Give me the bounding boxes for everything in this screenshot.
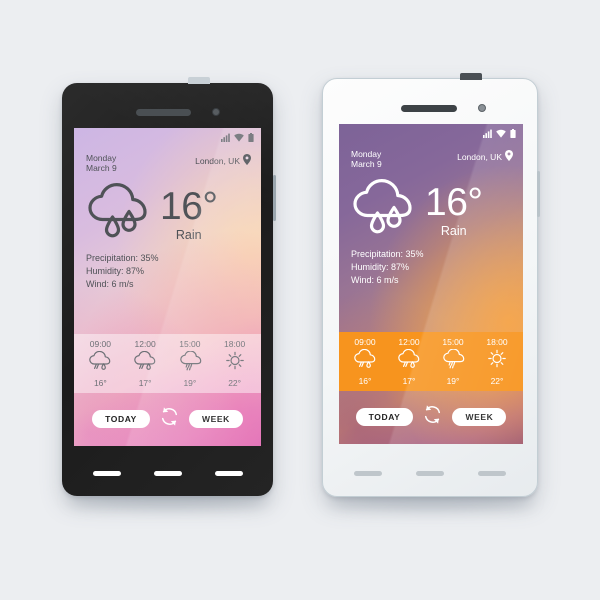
detail-humidity: Humidity: 87% — [351, 261, 410, 272]
hour-item[interactable]: 12:00 17° — [123, 339, 168, 388]
location-block[interactable]: London, UK — [457, 149, 513, 163]
location-label: London, UK — [457, 151, 502, 162]
front-camera-icon — [212, 108, 220, 116]
date-day: Monday — [351, 149, 382, 159]
cloud-rain-icon — [88, 350, 112, 376]
nav-key-home[interactable] — [153, 471, 182, 476]
hour-temp: 17° — [402, 376, 416, 386]
sun-icon — [485, 349, 509, 374]
detail-precipitation: Precipitation: 35% — [86, 253, 159, 264]
date-block: Monday March 9 — [86, 153, 117, 173]
cloud-rain-icon — [353, 348, 377, 374]
status-bar — [339, 124, 523, 140]
cloud-rain-icon — [133, 350, 157, 376]
week-button[interactable]: WEEK — [452, 407, 507, 427]
hardware-nav-keys — [323, 471, 537, 476]
nav-key-menu[interactable] — [478, 471, 506, 476]
hour-item[interactable]: 12:00 17° — [387, 337, 431, 386]
today-button[interactable]: TODAY — [92, 409, 150, 429]
scene: Monday March 9 London, UK 16° Rain Preci… — [0, 0, 600, 600]
hour-time: 15:00 — [179, 339, 201, 349]
detail-wind: Wind: 6 m/s — [351, 274, 399, 285]
hourly-forecast: 09:00 16° 12:00 17° 15:00 19° 18:00 22° — [339, 332, 523, 391]
current-temperature: 16° — [425, 181, 483, 225]
nav-key-back[interactable] — [92, 471, 121, 476]
date-date: March 9 — [86, 163, 117, 174]
temperature-block: 16° Rain — [160, 185, 218, 243]
weather-details: Precipitation: 35% Humidity: 87% Wind: 6… — [74, 245, 261, 290]
location-label: London, UK — [195, 155, 240, 166]
phone-light-side-button[interactable] — [537, 171, 540, 217]
nav-key-home[interactable] — [416, 471, 444, 476]
phone-dark-side-button[interactable] — [273, 175, 276, 221]
map-pin-icon — [505, 150, 513, 163]
hour-temp: 16° — [93, 378, 107, 388]
hour-temp: 19° — [446, 376, 460, 386]
week-button[interactable]: WEEK — [188, 409, 243, 429]
front-camera-icon — [478, 104, 486, 112]
hour-time: 18:00 — [486, 337, 508, 347]
cloud-drizzle-icon — [441, 348, 465, 374]
weather-app-dark: Monday March 9 London, UK 16° Rain Preci… — [74, 128, 261, 446]
date-day: Monday — [86, 153, 117, 163]
hour-temp: 22° — [228, 378, 242, 388]
location-block[interactable]: London, UK — [195, 153, 251, 167]
hour-item[interactable]: 09:00 16° — [78, 339, 123, 388]
header-row: Monday March 9 London, UK — [74, 144, 261, 173]
phone-dark: Monday March 9 London, UK 16° Rain Preci… — [62, 77, 276, 496]
current-temperature: 16° — [160, 185, 218, 229]
current-condition: Rain — [175, 228, 202, 243]
detail-wind: Wind: 6 m/s — [86, 278, 134, 289]
hour-temp: 22° — [490, 376, 504, 386]
action-bar: TODAY WEEK — [339, 391, 523, 444]
detail-precipitation: Precipitation: 35% — [351, 249, 424, 260]
hour-item[interactable]: 18:00 22° — [475, 337, 519, 386]
hour-item[interactable]: 09:00 16° — [343, 337, 387, 386]
phone-dark-top-nub — [188, 77, 210, 84]
weather-details: Precipitation: 35% Humidity: 87% Wind: 6… — [339, 241, 523, 286]
refresh-icon[interactable] — [422, 404, 443, 430]
phone-light-top-nub — [460, 73, 482, 80]
weather-app-light: Monday March 9 London, UK 16° Rain Preci… — [339, 124, 523, 444]
detail-humidity: Humidity: 87% — [86, 265, 145, 276]
hour-time: 18:00 — [223, 339, 246, 349]
current-conditions: 16° Rain — [339, 169, 523, 241]
refresh-icon[interactable] — [159, 406, 180, 432]
hour-item[interactable]: 15:00 19° — [168, 339, 213, 388]
temperature-block: 16° Rain — [425, 181, 483, 239]
hour-time: 09:00 — [89, 339, 112, 349]
cloud-drizzle-icon — [178, 350, 202, 376]
hour-item[interactable]: 18:00 22° — [212, 339, 257, 388]
header-row: Monday March 9 London, UK — [339, 140, 523, 169]
phone-light-screen: Monday March 9 London, UK 16° Rain Preci… — [339, 124, 523, 444]
hour-temp: 17° — [138, 378, 152, 388]
current-conditions: 16° Rain — [74, 173, 261, 245]
nav-key-menu[interactable] — [214, 471, 243, 476]
hour-temp: 19° — [183, 378, 197, 388]
hour-time: 12:00 — [398, 337, 420, 347]
today-button[interactable]: TODAY — [355, 407, 414, 427]
hour-temp: 16° — [358, 376, 372, 386]
current-condition: Rain — [440, 224, 467, 239]
nav-key-back[interactable] — [354, 471, 382, 476]
cloud-rain-icon — [351, 178, 417, 241]
hour-time: 12:00 — [134, 339, 156, 349]
hardware-nav-keys — [62, 471, 273, 476]
phone-light: Monday March 9 London, UK 16° Rain Preci… — [322, 73, 540, 497]
earpiece-speaker-icon — [401, 105, 457, 112]
status-bar — [74, 128, 261, 144]
hour-item[interactable]: 15:00 19° — [431, 337, 475, 386]
earpiece-speaker-icon — [136, 109, 191, 116]
cloud-rain-icon — [397, 348, 421, 374]
hourly-forecast: 09:00 16° 12:00 17° 15:00 19° 18:00 22° — [74, 334, 261, 393]
sun-icon — [223, 351, 247, 376]
hour-time: 15:00 — [442, 337, 464, 347]
date-block: Monday March 9 — [351, 149, 382, 169]
action-bar: TODAY WEEK — [74, 393, 261, 446]
hour-time: 09:00 — [354, 337, 376, 347]
map-pin-icon — [243, 154, 251, 167]
phone-dark-screen: Monday March 9 London, UK 16° Rain Preci… — [74, 128, 261, 446]
cloud-rain-icon — [86, 182, 152, 245]
date-date: March 9 — [351, 159, 382, 170]
